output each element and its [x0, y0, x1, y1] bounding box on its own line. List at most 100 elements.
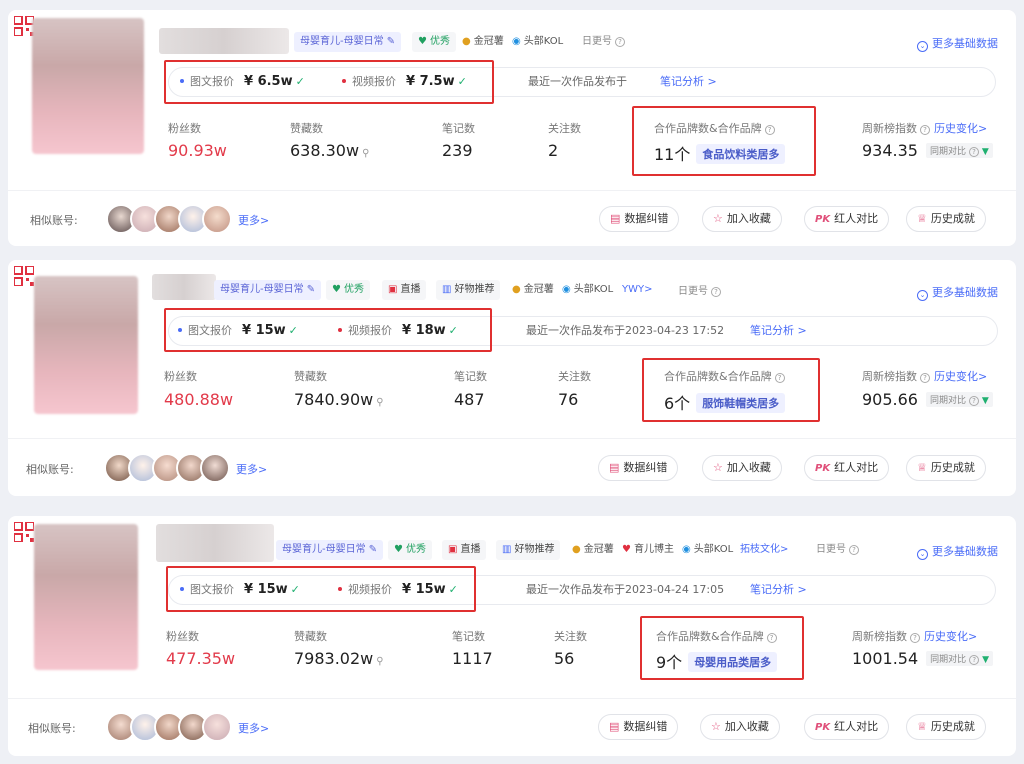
search-icon[interactable]: ⚲: [362, 148, 369, 159]
help-icon[interactable]: ?: [766, 633, 777, 643]
note-analysis-link[interactable]: 笔记分析 >: [750, 575, 807, 605]
influencer-compare-button[interactable]: PK 红人对比: [804, 455, 890, 481]
history-achievement-button[interactable]: ♕ 历史成就: [906, 455, 986, 481]
help-icon[interactable]: ?: [615, 37, 625, 47]
qr-code-icon[interactable]: [14, 522, 34, 542]
similar-more-link[interactable]: 更多>: [236, 461, 267, 477]
similar-avatar[interactable]: [202, 712, 232, 742]
notes-value: 487: [454, 390, 485, 409]
qr-code-icon[interactable]: [14, 266, 34, 286]
edit-icon[interactable]: ✎: [307, 284, 315, 295]
follow-value: 2: [548, 141, 559, 160]
similar-avatar[interactable]: [200, 453, 230, 483]
influencer-name[interactable]: [159, 28, 289, 54]
similar-avatar[interactable]: [202, 204, 232, 234]
heart-shield-icon: ♥: [418, 36, 427, 47]
data-correct-button[interactable]: ▤ 数据纠错: [598, 455, 679, 481]
live-icon: ▣: [388, 284, 398, 295]
follow-value: 56: [554, 649, 575, 668]
correct-doc-icon: ▤: [610, 212, 621, 225]
crown-icon: ●: [572, 544, 581, 555]
divider: [8, 190, 1016, 191]
brand-label: 合作品牌数&合作品牌?: [654, 120, 775, 136]
pk-icon: PK: [815, 463, 831, 474]
help-icon[interactable]: ?: [764, 125, 775, 135]
weekly-value: 905.66 同期对比? ▼: [862, 390, 993, 409]
search-icon[interactable]: ⚲: [376, 656, 383, 667]
similar-more-link[interactable]: 更多>: [238, 720, 269, 736]
help-icon[interactable]: ?: [969, 396, 979, 406]
add-collect-button[interactable]: ☆ 加入收藏: [702, 455, 782, 481]
category-tag: 母婴育儿-母婴日常 ✎: [214, 280, 322, 300]
help-icon[interactable]: ?: [849, 545, 859, 555]
more-basic-data-link[interactable]: ⌄ 更多基础数据: [917, 35, 998, 52]
fans-value: 477.35w: [166, 649, 236, 668]
note-analysis-link[interactable]: 笔记分析 >: [750, 316, 807, 346]
history-change-link[interactable]: 历史变化>: [934, 122, 987, 135]
data-correct-button[interactable]: ▤ 数据纠错: [599, 206, 680, 232]
search-icon[interactable]: ⚲: [376, 397, 383, 408]
help-icon[interactable]: ?: [910, 633, 920, 643]
influencer-avatar[interactable]: [34, 276, 138, 414]
notes-label: 笔记数: [454, 370, 487, 383]
chevron-down-circle-icon: ⌄: [917, 549, 928, 560]
likes-label: 赞藏数: [294, 370, 327, 383]
influencer-avatar[interactable]: [34, 524, 138, 670]
similar-avatars: [104, 453, 234, 483]
brand-value: 11个 食品饮料类居多: [654, 141, 786, 165]
influencer-card-1: 母婴育儿-母婴日常 ✎ ♥ 优秀 ● 金冠薯 ◉ 头部KOL 日更号? ⌄ 更多基础数据…: [8, 10, 1016, 246]
data-correct-button[interactable]: ▤ 数据纠错: [598, 714, 679, 740]
history-change-link[interactable]: 历史变化>: [934, 370, 987, 383]
agency-link[interactable]: YWY>: [620, 280, 654, 300]
follow-value: 76: [558, 390, 579, 409]
history-change-link[interactable]: 历史变化>: [924, 630, 977, 643]
help-icon[interactable]: ?: [774, 373, 785, 383]
history-achievement-button[interactable]: ♕ 历史成就: [906, 714, 986, 740]
influencer-name[interactable]: [152, 274, 216, 300]
brand-label: 合作品牌数&合作品牌?: [664, 368, 785, 384]
note-analysis-link[interactable]: 笔记分析 >: [660, 67, 717, 97]
correct-doc-icon: ▤: [609, 720, 620, 733]
pk-icon: PK: [815, 214, 831, 225]
badge-top-kol: ◉ 头部KOL: [510, 32, 565, 52]
period-compare: 同期对比? ▼: [926, 651, 993, 666]
heart-shield-icon: ♥: [394, 544, 403, 555]
badge-excellent: ♥ 优秀: [326, 280, 370, 300]
qr-code-icon[interactable]: [14, 16, 34, 36]
history-achievement-button[interactable]: ♕ 历史成就: [906, 206, 986, 232]
influencer-compare-button[interactable]: PK 红人对比: [804, 206, 890, 232]
help-icon[interactable]: ?: [920, 125, 930, 135]
edit-icon[interactable]: ✎: [369, 544, 377, 555]
chevron-down-circle-icon: ⌄: [917, 41, 928, 52]
influencer-card-3: 母婴育儿-母婴日常 ✎ ♥ 优秀 ▣ 直播 ▥ 好物推荐 ● 金冠薯 ♥ 育儿博主 ◉ 头部…: [8, 516, 1016, 756]
influencer-name[interactable]: [156, 524, 274, 562]
more-basic-data-link[interactable]: ⌄ 更多基础数据: [917, 543, 998, 560]
edit-icon[interactable]: ✎: [387, 36, 395, 47]
influencer-avatar[interactable]: [32, 18, 144, 154]
image-text-price: 图文报价 ¥ 15w ✓: [178, 316, 298, 346]
add-collect-button[interactable]: ☆ 加入收藏: [700, 714, 780, 740]
influencer-compare-button[interactable]: PK 红人对比: [804, 714, 890, 740]
notes-label: 笔记数: [452, 630, 485, 643]
brand-category-tag: 服饰鞋帽类居多: [696, 393, 786, 413]
badge-top-kol: ◉ 头部KOL: [680, 540, 735, 560]
category-tag: 母婴育儿-母婴日常 ✎: [294, 32, 402, 52]
last-publish-text: 最近一次作品发布于2023-04-24 17:05: [526, 583, 725, 596]
weekly-label: 周新榜指数? 历史变化>: [862, 122, 988, 135]
kol-icon: ◉: [512, 36, 521, 47]
follow-label: 关注数: [554, 630, 587, 643]
help-icon[interactable]: ?: [969, 147, 979, 157]
trophy-icon: ♕: [917, 461, 927, 474]
add-collect-button[interactable]: ☆ 加入收藏: [702, 206, 782, 232]
image-text-price: 图文报价 ¥ 6.5w ✓: [180, 67, 305, 97]
agency-link[interactable]: 拓枝文化>: [738, 540, 790, 560]
more-basic-data-link[interactable]: ⌄ 更多基础数据: [917, 284, 998, 301]
help-icon[interactable]: ?: [711, 287, 721, 297]
badge-parenting: ♥ 育儿博主: [620, 540, 676, 560]
help-icon[interactable]: ?: [969, 655, 980, 665]
badge-gold-crown: ● 金冠薯: [460, 32, 506, 52]
help-icon[interactable]: ?: [920, 373, 930, 383]
brand-label: 合作品牌数&合作品牌?: [656, 628, 777, 644]
similar-more-link[interactable]: 更多>: [238, 212, 269, 228]
crown-icon: ●: [462, 36, 471, 47]
